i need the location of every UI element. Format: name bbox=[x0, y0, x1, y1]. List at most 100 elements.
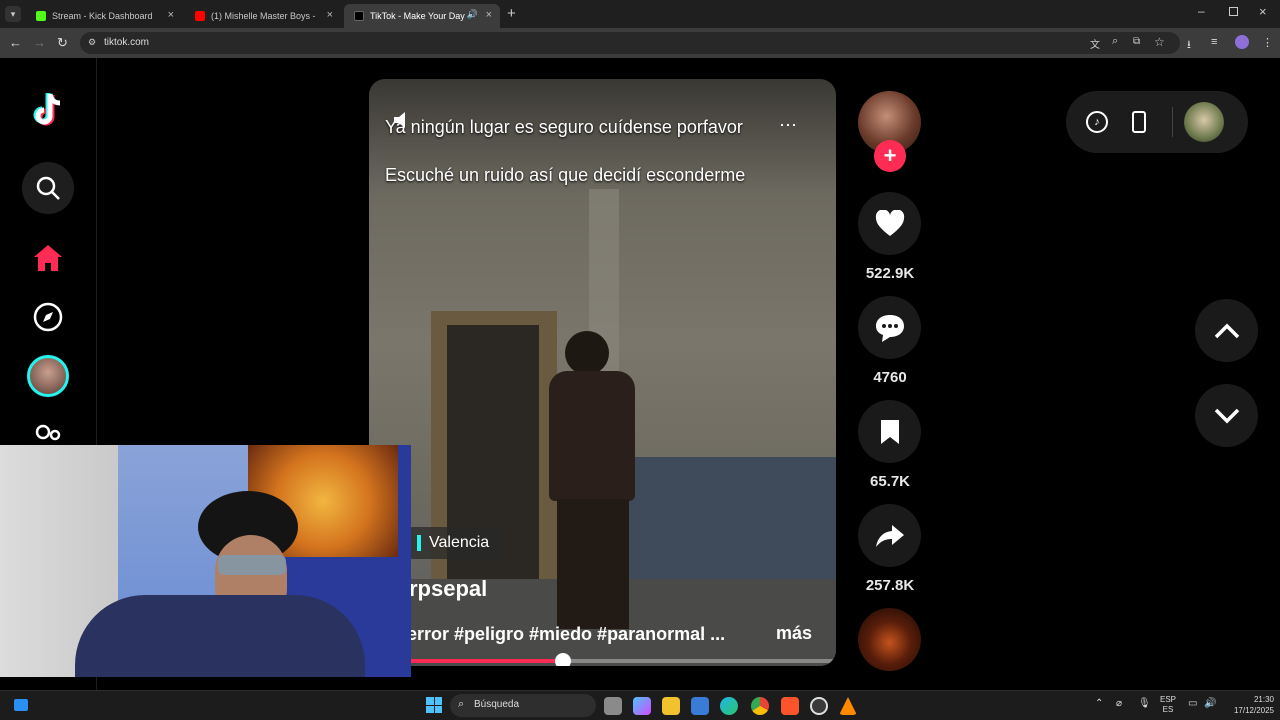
windows-taskbar: ⌕ Búsqueda ⌃ ⌀ 🎙 ESP ES ▭ 🔊 21:30 17/12/… bbox=[0, 690, 1280, 720]
video-caption-line1: Ya ningún lugar es seguro cuídense porfa… bbox=[385, 117, 743, 137]
save-count: 65.7K bbox=[869, 473, 911, 490]
home-icon[interactable] bbox=[22, 232, 74, 284]
browser-toolbar: ← → ↻ ⚙ tiktok.com 文 ⌕ ⧉ ☆ ⭳ ≡ ⋮ bbox=[0, 28, 1280, 58]
video-player[interactable]: Ya ningún lugar es seguro cuídense porfa… bbox=[369, 79, 836, 666]
video-progress-track[interactable] bbox=[409, 653, 836, 666]
network-off-icon[interactable]: ⌀ bbox=[1116, 698, 1122, 709]
tab-youtube-title: (1) Mishelle Master Boys - La O bbox=[211, 11, 315, 21]
keyboard-code: ES bbox=[1162, 705, 1174, 714]
restore-window-icon[interactable] bbox=[1229, 7, 1238, 16]
chrome-icon[interactable] bbox=[751, 697, 769, 715]
video-caption-line2: Escuché un ruido así que decidí esconder… bbox=[385, 165, 746, 185]
tab-search-icon[interactable]: ▾ bbox=[5, 6, 21, 22]
clock-time: 21:30 bbox=[1253, 695, 1274, 704]
video-person-legs bbox=[557, 499, 629, 629]
share-arrow-icon bbox=[875, 524, 904, 547]
start-windows-icon[interactable] bbox=[426, 697, 442, 713]
tab-tiktok-title: TikTok - Make Your Day bbox=[370, 11, 465, 21]
chevron-up-icon bbox=[1214, 323, 1239, 338]
webcam-streamer-hoodie bbox=[75, 595, 365, 677]
new-tab-icon[interactable]: + bbox=[507, 5, 516, 22]
comment-button[interactable] bbox=[858, 296, 921, 359]
video-person-head bbox=[565, 331, 609, 375]
cast-icon[interactable]: ⧉ bbox=[1133, 36, 1140, 47]
display-icon[interactable]: ▭ bbox=[1188, 698, 1197, 709]
close-tab-icon[interactable]: × bbox=[168, 9, 174, 21]
share-count: 257.8K bbox=[865, 577, 915, 594]
bookmark-icon bbox=[880, 419, 899, 444]
close-window-icon[interactable]: × bbox=[1259, 4, 1267, 19]
volume-icon[interactable] bbox=[391, 109, 413, 136]
previous-video-button[interactable] bbox=[1195, 299, 1258, 362]
store-icon[interactable] bbox=[691, 697, 709, 715]
volume-tray-icon[interactable]: 🔊 bbox=[1204, 698, 1216, 709]
obs-icon[interactable] bbox=[810, 697, 828, 715]
video-options-icon[interactable]: ⋯ bbox=[779, 115, 798, 136]
phone-app-icon[interactable] bbox=[1132, 111, 1146, 133]
bookmark-star-icon[interactable]: ☆ bbox=[1154, 35, 1165, 49]
taskbar-search-box[interactable]: ⌕ Búsqueda bbox=[450, 694, 596, 717]
hidden-icons-chevron-icon[interactable]: ⌃ bbox=[1095, 698, 1103, 709]
reading-list-icon[interactable]: ≡ bbox=[1211, 36, 1217, 48]
webcam-overlay bbox=[0, 445, 411, 677]
video-hashtags[interactable]: error #peligro #miedo #paranormal ... bbox=[407, 624, 725, 645]
microphone-icon[interactable]: 🎙 bbox=[1138, 698, 1151, 709]
top-right-control-pill: ♪ bbox=[1066, 91, 1248, 153]
webcam-streamer-glasses bbox=[218, 555, 286, 575]
address-bar[interactable]: ⚙ tiktok.com 文 ⌕ ⧉ ☆ bbox=[80, 32, 1180, 54]
sound-disc[interactable] bbox=[858, 608, 921, 671]
task-view-icon[interactable] bbox=[604, 697, 622, 715]
heart-icon bbox=[875, 209, 904, 236]
search-icon[interactable] bbox=[22, 162, 74, 214]
taskbar-search-icon: ⌕ bbox=[458, 698, 465, 710]
more-description-button[interactable]: más bbox=[776, 623, 812, 644]
clock-date: 17/12/2025 bbox=[1233, 706, 1274, 715]
copilot-icon[interactable] bbox=[633, 697, 651, 715]
zoom-icon[interactable]: ⌕ bbox=[1112, 35, 1118, 48]
profile-avatar[interactable] bbox=[1235, 35, 1249, 49]
kick-favicon-icon bbox=[36, 11, 46, 21]
follow-plus-button[interactable]: + bbox=[874, 140, 906, 172]
close-tab-icon[interactable]: × bbox=[486, 9, 492, 21]
location-text: Valencia bbox=[429, 534, 490, 551]
widgets-icon[interactable] bbox=[14, 699, 28, 711]
file-explorer-icon[interactable] bbox=[662, 697, 680, 715]
tab-youtube[interactable]: (1) Mishelle Master Boys - La O × bbox=[185, 4, 341, 28]
tab-tiktok[interactable]: TikTok - Make Your Day 🔊 × bbox=[344, 4, 500, 28]
video-author[interactable]: rpsepal bbox=[409, 576, 487, 602]
tab-kick[interactable]: Stream - Kick Dashboard × bbox=[26, 4, 182, 28]
brave-icon[interactable] bbox=[781, 697, 799, 715]
translate-icon[interactable]: 文 bbox=[1090, 36, 1100, 51]
next-video-button[interactable] bbox=[1195, 384, 1258, 447]
youtube-favicon-icon bbox=[195, 11, 205, 21]
vlc-icon[interactable] bbox=[839, 697, 857, 715]
like-button[interactable] bbox=[858, 192, 921, 255]
user-avatar[interactable] bbox=[1184, 102, 1224, 142]
back-icon[interactable]: ← bbox=[9, 35, 22, 50]
reload-icon[interactable]: ↻ bbox=[57, 35, 68, 51]
save-button[interactable] bbox=[858, 400, 921, 463]
location-tag[interactable]: Valencia bbox=[407, 527, 502, 559]
minimize-window-icon[interactable]: – bbox=[1198, 4, 1205, 18]
tab-kick-title: Stream - Kick Dashboard bbox=[52, 11, 153, 21]
clock[interactable]: 21:30 17/12/2025 bbox=[1222, 694, 1274, 716]
close-tab-icon[interactable]: × bbox=[327, 9, 333, 21]
taskbar-search-placeholder: Búsqueda bbox=[474, 699, 520, 710]
forward-icon[interactable]: → bbox=[33, 35, 46, 50]
explore-compass-icon[interactable] bbox=[22, 291, 74, 343]
share-button[interactable] bbox=[858, 504, 921, 567]
tiktok-coin-icon[interactable]: ♪ bbox=[1086, 111, 1108, 133]
tiktok-favicon-icon bbox=[354, 11, 364, 21]
tab-audio-icon[interactable]: 🔊 bbox=[467, 9, 478, 20]
tiktok-logo-icon[interactable] bbox=[22, 84, 74, 136]
site-info-icon[interactable]: ⚙ bbox=[88, 37, 96, 48]
edge-icon[interactable] bbox=[720, 697, 738, 715]
live-profile-avatar[interactable] bbox=[22, 350, 74, 402]
chevron-down-icon bbox=[1214, 408, 1239, 423]
video-progress-handle[interactable] bbox=[554, 653, 571, 666]
downloads-icon[interactable]: ⭳ bbox=[1187, 36, 1191, 55]
browser-menu-icon[interactable]: ⋮ bbox=[1262, 36, 1273, 49]
url-text: tiktok.com bbox=[104, 37, 150, 48]
video-progress-fill bbox=[409, 659, 563, 663]
language-indicator[interactable]: ESP ES bbox=[1160, 695, 1176, 715]
